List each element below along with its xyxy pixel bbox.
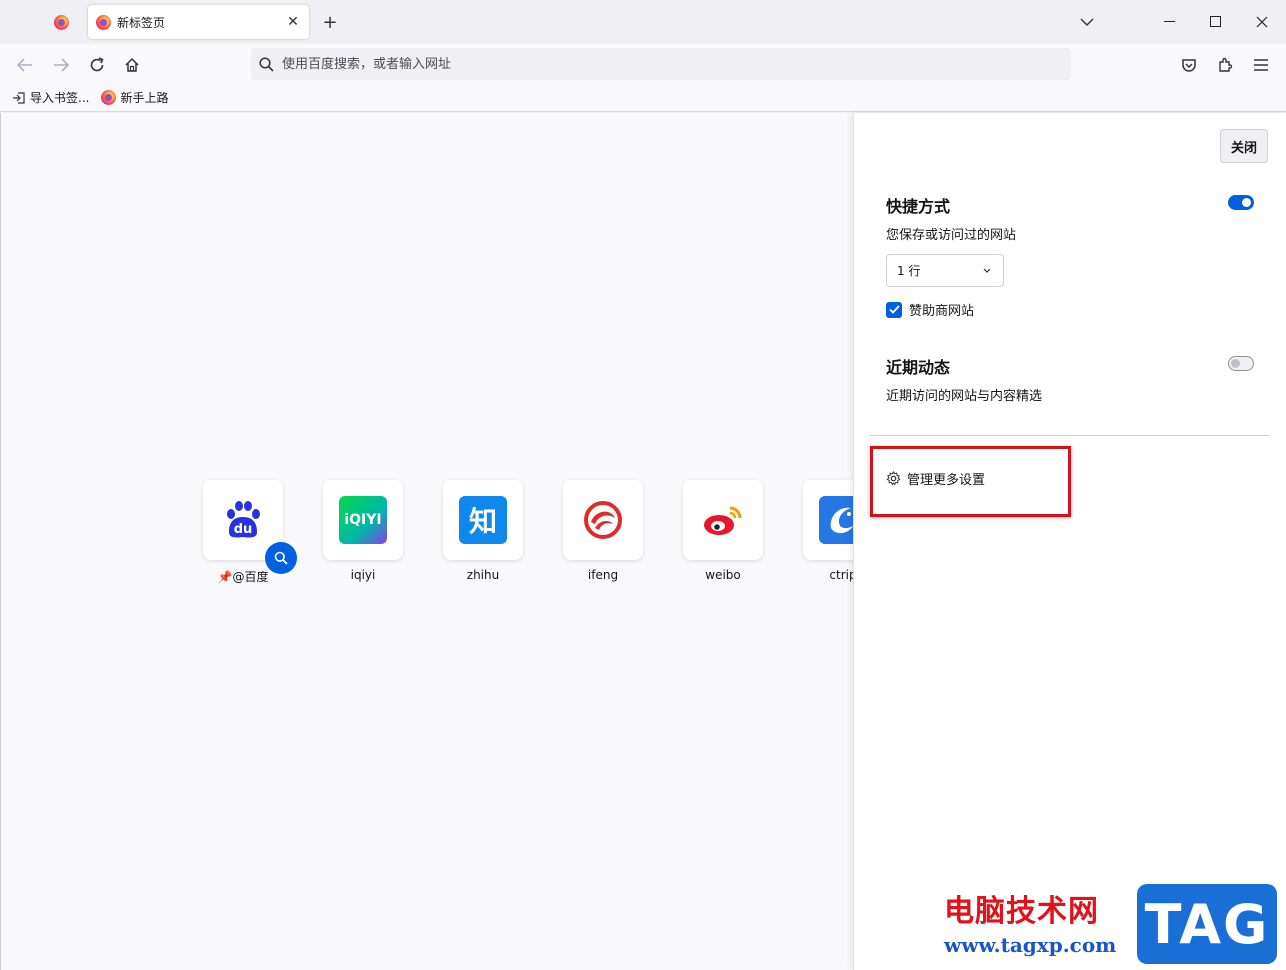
firefox-icon bbox=[101, 90, 117, 105]
ifeng-logo-icon bbox=[584, 501, 622, 539]
top-site-tile[interactable]: weibo bbox=[663, 480, 783, 585]
minimize-icon[interactable] bbox=[1155, 8, 1185, 36]
firefox-icon bbox=[53, 14, 69, 30]
iqiyi-logo-icon: iQIYI bbox=[339, 496, 387, 544]
pocket-icon[interactable] bbox=[1175, 51, 1203, 79]
tile-label: weibo bbox=[705, 568, 741, 582]
window-close-icon[interactable] bbox=[1247, 8, 1277, 36]
shortcuts-title: 快捷方式 bbox=[886, 197, 951, 216]
tile-label: 📌@百度 bbox=[217, 570, 269, 584]
new-tab-content: du 📌@百度 iQIYI iqiyi 知 zhihu ifeng weibo … bbox=[0, 113, 883, 970]
watermark-text: 电脑技术网 bbox=[944, 894, 1099, 929]
search-icon bbox=[274, 551, 288, 565]
recent-activity-title: 近期动态 bbox=[886, 358, 951, 377]
tab-strip: 新标签页 ✕ + bbox=[0, 0, 1286, 44]
pin-icon: 📌 bbox=[217, 570, 233, 584]
shortcuts-desc: 您保存或访问过的网站 bbox=[886, 228, 1017, 243]
close-tab-icon[interactable]: ✕ bbox=[285, 14, 301, 30]
tile-label: ifeng bbox=[587, 568, 619, 582]
extensions-icon[interactable] bbox=[1211, 51, 1239, 79]
zhihu-logo-icon: 知 bbox=[459, 496, 507, 544]
tile-box[interactable]: du bbox=[203, 480, 297, 574]
reload-icon[interactable] bbox=[83, 51, 111, 79]
top-site-tile[interactable]: 知 zhihu bbox=[423, 480, 543, 585]
shortcuts-toggle[interactable] bbox=[1228, 195, 1254, 210]
chevron-down-icon bbox=[983, 268, 991, 273]
bookmark-label: 导入书签... bbox=[30, 91, 90, 105]
watermark-tag-logo: TAG bbox=[1137, 884, 1277, 964]
tile-icon-text: du bbox=[234, 522, 253, 537]
tile-box[interactable] bbox=[563, 480, 643, 560]
sponsored-label: 赞助商网站 bbox=[909, 304, 975, 319]
shortcut-rows-select[interactable]: 1 行 bbox=[886, 254, 1004, 287]
nav-bar bbox=[0, 44, 1286, 84]
weibo-logo-icon bbox=[704, 506, 742, 535]
bookmark-getting-started[interactable]: 新手上路 bbox=[101, 89, 168, 106]
bookmark-label: 新手上路 bbox=[120, 91, 169, 105]
sponsored-sites-option[interactable]: 赞助商网站 bbox=[886, 300, 974, 319]
sponsored-checkbox[interactable] bbox=[886, 301, 902, 318]
search-icon bbox=[259, 56, 274, 72]
url-input[interactable] bbox=[282, 56, 982, 72]
divider bbox=[870, 435, 1270, 436]
tile-box[interactable] bbox=[683, 480, 763, 560]
top-site-tile[interactable]: iQIYI iqiyi bbox=[303, 480, 423, 585]
select-value: 1 行 bbox=[897, 264, 921, 278]
maximize-icon[interactable] bbox=[1201, 8, 1231, 36]
search-shortcut-badge bbox=[265, 542, 297, 574]
recent-activity-desc: 近期访问的网站与内容精选 bbox=[886, 389, 1043, 404]
top-site-tile[interactable]: ifeng bbox=[543, 480, 663, 585]
tile-box[interactable]: 知 bbox=[443, 480, 523, 560]
bookmark-import[interactable]: 导入书签... bbox=[12, 89, 89, 106]
bookmarks-bar: 导入书签... 新手上路 bbox=[0, 84, 1286, 112]
tile-box[interactable]: iQIYI bbox=[323, 480, 403, 560]
tab-inactive[interactable] bbox=[40, 6, 82, 38]
tile-label: iqiyi bbox=[350, 568, 376, 582]
url-bar[interactable] bbox=[251, 48, 1071, 80]
tab-new-tab[interactable]: 新标签页 ✕ bbox=[88, 5, 309, 39]
recent-activity-toggle[interactable] bbox=[1228, 356, 1254, 371]
top-site-tile[interactable]: du 📌@百度 bbox=[183, 480, 303, 585]
new-tab-button[interactable]: + bbox=[318, 10, 342, 34]
firefox-icon bbox=[96, 14, 111, 30]
customize-panel: 关闭 快捷方式 您保存或访问过的网站 1 行 赞助商网站 近期动态 近期访问的网… bbox=[853, 113, 1286, 970]
home-icon[interactable] bbox=[118, 51, 146, 79]
baidu-paw-icon: du bbox=[227, 501, 260, 538]
import-icon bbox=[13, 91, 25, 104]
back-icon[interactable] bbox=[11, 51, 39, 79]
tab-list-chevron-icon[interactable] bbox=[1072, 8, 1102, 36]
close-panel-button[interactable]: 关闭 bbox=[1220, 129, 1268, 163]
tab-title: 新标签页 bbox=[117, 15, 166, 30]
top-sites: du 📌@百度 iQIYI iqiyi 知 zhihu ifeng weibo … bbox=[183, 480, 903, 585]
highlight-annotation-box bbox=[870, 446, 1071, 517]
forward-icon[interactable] bbox=[47, 51, 75, 79]
checkmark-icon bbox=[888, 305, 900, 314]
watermark-url: www.tagxp.com bbox=[944, 933, 1117, 957]
tile-label: zhihu bbox=[466, 568, 500, 582]
menu-icon[interactable] bbox=[1247, 51, 1275, 79]
